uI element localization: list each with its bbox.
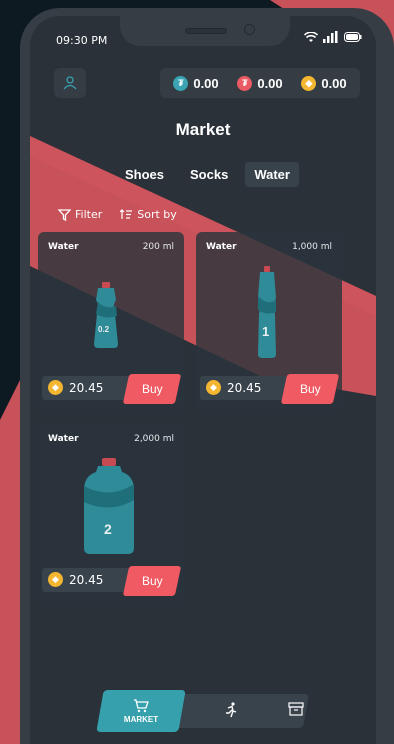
app-screen: 09:30 PM ₮ 0.00 ₮ 0.00 ◆ 0.00 Market Sho…	[30, 16, 376, 744]
price: ◆ 20.45	[206, 380, 261, 395]
battery-icon	[344, 32, 362, 42]
product-name: Water	[48, 242, 79, 252]
nav-run[interactable]	[224, 702, 238, 718]
bottle-image: 1	[258, 266, 276, 358]
nav-inventory[interactable]	[288, 702, 304, 716]
filter-label: Filter	[75, 208, 103, 221]
balance-token-value: 0.00	[193, 75, 219, 91]
bottle-image: 0.2	[94, 282, 118, 348]
price-value: 20.45	[227, 380, 262, 395]
bottle-image: 2	[84, 458, 134, 554]
product-name: Water	[206, 242, 237, 252]
bottle-label: 1	[262, 324, 269, 339]
buy-label: Buy	[141, 382, 163, 396]
sort-button[interactable]: Sort by	[120, 208, 177, 221]
bottom-nav: MARKET	[96, 690, 310, 734]
wallet-balances[interactable]: ₮ 0.00 ₮ 0.00 ◆ 0.00	[160, 68, 360, 98]
nav-market[interactable]: MARKET	[96, 690, 186, 732]
filter-icon	[58, 208, 71, 221]
tab-socks[interactable]: Socks	[181, 162, 237, 187]
bnb-icon: ◆	[206, 380, 221, 395]
bottle-label: 2	[104, 521, 112, 537]
bnb-icon: ◆	[48, 380, 63, 395]
price-value: 20.45	[69, 380, 104, 395]
product-volume: 1,000 ml	[292, 242, 332, 252]
product-name: Water	[48, 434, 79, 444]
run-icon	[226, 702, 237, 718]
list-tools: Filter Sort by	[58, 208, 177, 221]
top-bar: ₮ 0.00 ₮ 0.00 ◆ 0.00	[30, 68, 376, 100]
filter-button[interactable]: Filter	[58, 208, 102, 221]
status-bar: 09:30 PM	[30, 16, 376, 56]
product-card[interactable]: Water 1,000 ml 1 ◆ 20.45 Buy	[196, 232, 342, 410]
tab-shoes[interactable]: Shoes	[116, 162, 173, 187]
bnb-icon: ◆	[48, 572, 63, 587]
balance-bnb-value: 0.00	[321, 75, 347, 91]
price-bar: ◆ 20.45 Buy	[38, 566, 184, 596]
product-card[interactable]: Water 200 ml 0.2 ◆ 20.45 Buy	[38, 232, 184, 410]
buy-label: Buy	[141, 574, 163, 588]
balance-bnb: ◆ 0.00	[301, 75, 347, 91]
price-bar: ◆ 20.45 Buy	[38, 374, 184, 404]
page-title: Market	[175, 120, 231, 139]
tab-water[interactable]: Water	[245, 162, 299, 187]
wifi-icon	[304, 31, 318, 42]
balance-energy-value: 0.00	[257, 75, 283, 91]
nav-market-label: MARKET	[123, 714, 159, 724]
buy-button[interactable]: Buy	[280, 374, 340, 404]
token-icon: ₮	[173, 75, 189, 91]
camera	[244, 24, 255, 35]
speaker	[185, 28, 227, 34]
clock: 09:30 PM	[56, 34, 108, 47]
price-value: 20.45	[69, 572, 104, 587]
sort-icon	[120, 209, 133, 219]
price-bar: ◆ 20.45 Buy	[196, 374, 342, 404]
signal-icon	[323, 31, 338, 43]
product-volume: 2,000 ml	[134, 434, 174, 444]
bnb-icon: ◆	[301, 75, 317, 91]
price: ◆ 20.45	[48, 572, 103, 587]
price: ◆ 20.45	[48, 380, 103, 395]
buy-button[interactable]: Buy	[122, 374, 182, 404]
notch	[120, 16, 290, 46]
product-volume: 200 ml	[142, 242, 174, 252]
buy-button[interactable]: Buy	[122, 566, 182, 596]
profile-button[interactable]	[54, 68, 86, 98]
balance-token: ₮ 0.00	[173, 75, 219, 91]
buy-label: Buy	[299, 382, 321, 396]
inventory-icon	[288, 702, 304, 716]
category-tabs: Shoes Socks Water	[116, 162, 299, 187]
market-icon	[134, 698, 149, 712]
bottle-label: 0.2	[98, 325, 110, 334]
product-card[interactable]: Water 2,000 ml 2 ◆ 20.45 Buy	[38, 424, 184, 602]
balance-energy: ₮ 0.00	[237, 75, 283, 91]
sort-label: Sort by	[137, 208, 177, 221]
user-icon	[63, 76, 77, 90]
energy-icon: ₮	[237, 75, 253, 91]
